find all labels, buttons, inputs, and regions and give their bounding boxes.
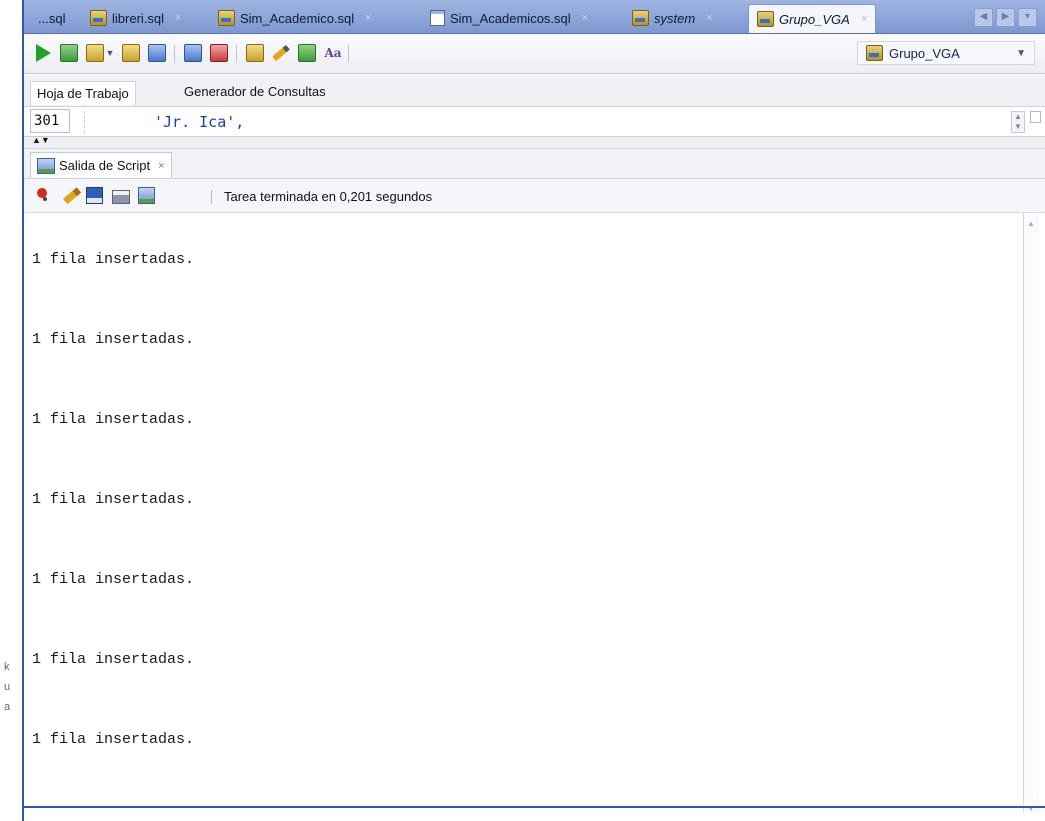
code-line[interactable]: 'Jr. Ica', bbox=[154, 113, 244, 131]
tab-label: libreri.sql bbox=[112, 10, 165, 26]
export-icon[interactable] bbox=[138, 187, 156, 205]
sql-db-icon bbox=[757, 11, 774, 27]
tab-label: Sim_Academico.sql bbox=[240, 10, 355, 26]
sql-db-icon bbox=[90, 10, 107, 26]
splitter-arrows-icon[interactable]: ▲▼ bbox=[32, 136, 50, 145]
tab-libreri[interactable]: libreri.sql × bbox=[82, 4, 189, 32]
script-output-area[interactable]: 1 fila insertadas. 1 fila insertadas. 1 … bbox=[24, 213, 1045, 821]
tab-label: system bbox=[654, 10, 696, 26]
connection-icon bbox=[866, 45, 883, 61]
output-tabbar: Salida de Script × bbox=[24, 149, 1045, 179]
output-line: 1 fila insertadas. bbox=[32, 491, 195, 508]
gutter-separator bbox=[84, 111, 85, 133]
sql-editor[interactable]: 301 'Jr. Ica', ▲ ▼ bbox=[24, 107, 1045, 137]
tab-label: Salida de Script bbox=[59, 158, 151, 173]
output-toolbar: Tarea terminada en 0,201 segundos bbox=[24, 179, 1045, 213]
output-line: 1 fila insertadas. bbox=[32, 251, 195, 268]
scroll-up-icon[interactable]: ▲ bbox=[1027, 219, 1035, 228]
toolbar-separator bbox=[348, 45, 349, 63]
chevron-down-icon: ▼ bbox=[1016, 47, 1026, 59]
gutter-letters: kua bbox=[4, 661, 11, 713]
close-icon[interactable]: × bbox=[365, 12, 371, 24]
window-bottom-border bbox=[24, 806, 1045, 808]
close-icon[interactable]: × bbox=[175, 12, 181, 24]
clear-icon[interactable] bbox=[270, 42, 292, 64]
clear-output-icon[interactable] bbox=[60, 187, 82, 205]
worksheet-toolbar: ▼ Aa Grupo_VGA ▼ bbox=[24, 34, 1045, 74]
connection-select[interactable]: Grupo_VGA ▼ bbox=[857, 41, 1035, 65]
tab-sim-academico[interactable]: Sim_Academico.sql × bbox=[210, 4, 380, 32]
tab-scroll-right-icon[interactable]: ▶ bbox=[996, 8, 1015, 27]
tab-worksheet[interactable]: Hoja de Trabajo bbox=[30, 81, 136, 105]
worksheet-subtabs: Hoja de Trabajo Generador de Consultas bbox=[24, 75, 1045, 107]
output-line: 1 fila insertadas. bbox=[32, 731, 195, 748]
tab-sim-academicos[interactable]: Sim_Academicos.sql × bbox=[422, 4, 596, 32]
output-line: 1 fila insertadas. bbox=[32, 411, 195, 428]
close-icon[interactable]: × bbox=[861, 13, 867, 25]
toolbar-separator bbox=[211, 190, 212, 204]
ide-window: ...sql libreri.sql × Sim_Academico.sql ×… bbox=[22, 0, 1045, 821]
output-line: 1 fila insertadas. bbox=[32, 651, 195, 668]
tab-label: Sim_Academicos.sql bbox=[450, 10, 571, 26]
unshared-worksheet-icon[interactable] bbox=[244, 42, 266, 64]
pin-icon[interactable] bbox=[34, 187, 52, 205]
status-text: Tarea terminada en 0,201 segundos bbox=[224, 189, 433, 204]
save-icon[interactable] bbox=[86, 187, 104, 205]
tab-query-builder[interactable]: Generador de Consultas bbox=[184, 84, 326, 99]
tab-grupo-vga[interactable]: Grupo_VGA × bbox=[748, 4, 877, 33]
editor-tabbar: ...sql libreri.sql × Sim_Academico.sql ×… bbox=[24, 0, 1045, 34]
sql-tuning-icon[interactable] bbox=[208, 42, 230, 64]
close-icon[interactable]: × bbox=[582, 12, 588, 24]
panel-splitter[interactable]: ▲▼ bbox=[24, 136, 1045, 149]
editor-corner-box bbox=[1030, 111, 1041, 123]
toolbar-separator bbox=[174, 45, 175, 63]
close-icon[interactable]: × bbox=[158, 160, 164, 172]
tab-list-icon[interactable]: ▾ bbox=[1018, 8, 1037, 27]
close-icon[interactable]: × bbox=[706, 12, 712, 24]
run-script-icon[interactable] bbox=[58, 42, 80, 64]
tab-system[interactable]: system × bbox=[624, 4, 721, 32]
tab-label: Grupo_VGA bbox=[779, 11, 850, 27]
tab-sql[interactable]: ...sql bbox=[30, 4, 73, 32]
tab-script-output[interactable]: Salida de Script × bbox=[30, 152, 172, 178]
desktop-gutter: kua bbox=[0, 0, 22, 821]
autotrace-icon[interactable] bbox=[146, 42, 168, 64]
format-icon[interactable]: Aa bbox=[322, 42, 344, 64]
rollback-icon[interactable] bbox=[120, 42, 142, 64]
tab-scroll-left-icon[interactable]: ◀ bbox=[974, 8, 993, 27]
sql-db-icon bbox=[218, 10, 235, 26]
toolbar-separator bbox=[236, 45, 237, 63]
tab-label: ...sql bbox=[38, 10, 66, 26]
script-output-icon bbox=[37, 157, 55, 174]
chevron-down-icon[interactable]: ▼ bbox=[104, 42, 116, 64]
commit-icon[interactable] bbox=[84, 42, 106, 64]
run-statement-icon[interactable] bbox=[32, 42, 54, 64]
sheet-icon bbox=[430, 10, 445, 26]
print-icon[interactable] bbox=[112, 187, 130, 205]
output-scrollbar[interactable]: ▲ ▼ bbox=[1023, 213, 1039, 813]
connection-label: Grupo_VGA bbox=[889, 45, 960, 61]
sql-db-icon bbox=[632, 10, 649, 26]
line-number: 301 bbox=[30, 109, 70, 133]
output-line: 1 fila insertadas. bbox=[32, 331, 195, 348]
output-line: 1 fila insertadas. bbox=[32, 571, 195, 588]
explain-plan-icon[interactable] bbox=[182, 42, 204, 64]
editor-scrollbar[interactable]: ▲ ▼ bbox=[1011, 111, 1025, 133]
history-icon[interactable] bbox=[296, 42, 318, 64]
